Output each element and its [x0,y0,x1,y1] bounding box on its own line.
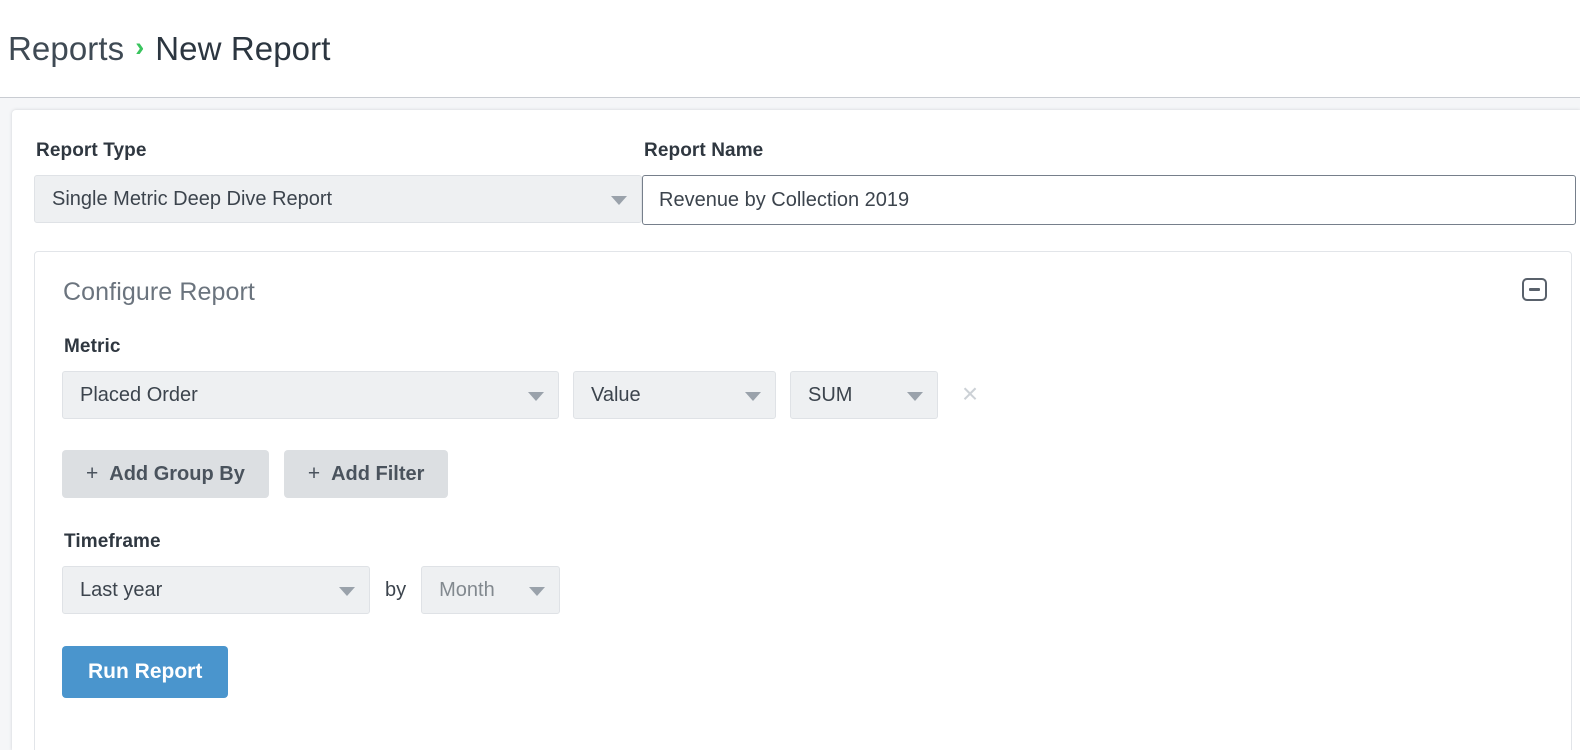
report-type-value: Single Metric Deep Dive Report [52,188,332,211]
breadcrumb-current-new-report: New Report [155,30,330,68]
timeframe-row: Last year by Month [62,566,1545,614]
add-filter-button[interactable]: + Add Filter [284,450,449,498]
timeframe-interval-select[interactable]: Month [421,566,560,614]
add-filter-label: Add Filter [331,463,424,486]
report-builder-card: Report Type Single Metric Deep Dive Repo… [12,110,1580,750]
timeframe-interval-value: Month [439,579,495,602]
metric-property-select[interactable]: Value [573,371,776,419]
page-header: Reports › New Report [0,0,1580,98]
timeframe-range-select[interactable]: Last year [62,566,370,614]
chevron-down-icon [529,587,545,596]
plus-icon: + [308,462,320,486]
timeframe-label: Timeframe [64,531,1545,553]
remove-metric-icon[interactable]: × [957,382,983,408]
report-name-value: Revenue by Collection 2019 [659,189,909,212]
metric-aggregation-select[interactable]: SUM [790,371,938,419]
timeframe-range-value: Last year [80,579,162,602]
breadcrumb: Reports › New Report [8,30,330,68]
chevron-right-icon: › [135,34,144,61]
chevron-down-icon [611,196,627,205]
metric-actions: + Add Group By + Add Filter [62,450,1545,498]
report-name-label: Report Name [644,140,1576,162]
metric-property-value: Value [591,384,641,407]
chevron-down-icon [528,392,544,401]
metric-label: Metric [64,336,1545,358]
report-name-input[interactable]: Revenue by Collection 2019 [642,175,1576,225]
metric-aggregation-value: SUM [808,384,852,407]
top-form-row: Report Type Single Metric Deep Dive Repo… [34,140,1580,225]
chevron-down-icon [907,392,923,401]
chevron-down-icon [339,587,355,596]
timeframe-by-word: by [385,579,406,602]
report-type-select[interactable]: Single Metric Deep Dive Report [34,175,642,223]
chevron-down-icon [745,392,761,401]
configure-report-panel: Configure Report Metric Placed Order Val… [34,251,1572,750]
run-report-button[interactable]: Run Report [62,646,228,698]
plus-icon: + [86,462,98,486]
report-type-field: Report Type Single Metric Deep Dive Repo… [34,140,642,225]
content-area: Report Type Single Metric Deep Dive Repo… [0,98,1580,750]
configure-report-title: Configure Report [63,278,1545,307]
add-group-by-label: Add Group By [109,463,245,486]
minus-icon[interactable] [1522,278,1547,301]
metric-event-value: Placed Order [80,384,198,407]
metric-event-select[interactable]: Placed Order [62,371,559,419]
add-group-by-button[interactable]: + Add Group By [62,450,269,498]
breadcrumb-link-reports[interactable]: Reports [8,30,124,68]
metric-row: Placed Order Value SUM × [62,371,1545,419]
report-type-label: Report Type [36,140,642,162]
report-name-field: Report Name Revenue by Collection 2019 [642,140,1580,225]
